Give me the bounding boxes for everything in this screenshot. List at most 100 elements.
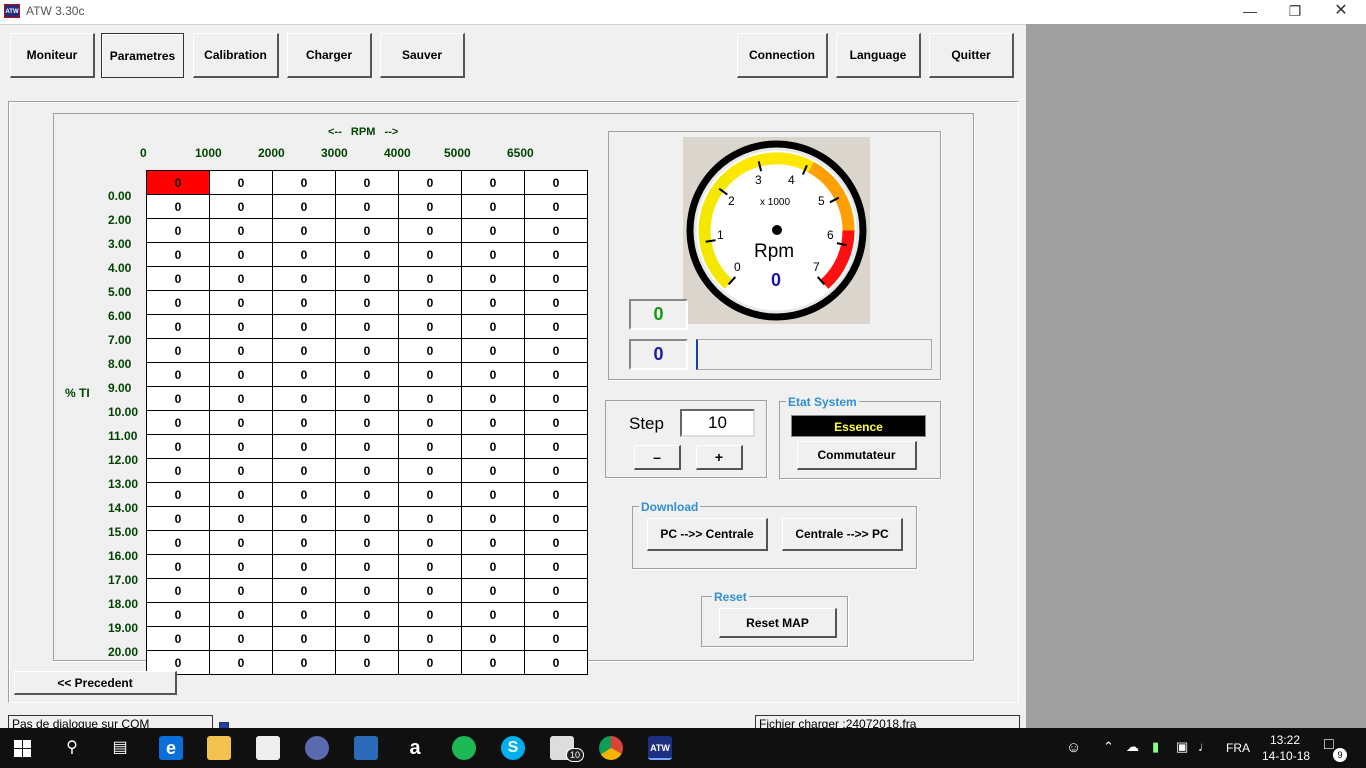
map-cell[interactable]: 0	[209, 338, 273, 363]
map-cell[interactable]: 0	[272, 314, 336, 339]
step-plus-button[interactable]: +	[696, 445, 743, 470]
map-cell[interactable]: 0	[398, 362, 462, 387]
map-cell[interactable]: 0	[209, 386, 273, 411]
map-cell[interactable]: 0	[209, 362, 273, 387]
map-cell[interactable]: 0	[524, 530, 588, 555]
input-language[interactable]: FRA	[1226, 741, 1250, 755]
map-cell[interactable]: 0	[335, 338, 399, 363]
chevron-up-icon[interactable]: ⌃	[1103, 739, 1114, 755]
map-cell[interactable]: 0	[398, 434, 462, 459]
map-cell[interactable]: 0	[335, 362, 399, 387]
map-cell[interactable]: 0	[524, 602, 588, 627]
map-cell[interactable]: 0	[272, 362, 336, 387]
map-cell[interactable]: 0	[146, 554, 210, 579]
map-cell[interactable]: 0	[524, 218, 588, 243]
map-cell[interactable]: 0	[524, 578, 588, 603]
map-cell[interactable]: 0	[209, 170, 273, 195]
map-cell[interactable]: 0	[272, 650, 336, 675]
parametres-button[interactable]: Parametres	[101, 33, 184, 78]
map-cell[interactable]: 0	[335, 458, 399, 483]
map-cell[interactable]: 0	[461, 602, 525, 627]
map-cell[interactable]: 0	[524, 434, 588, 459]
map-cell[interactable]: 0	[335, 482, 399, 507]
network-icon[interactable]: ▣	[1176, 739, 1188, 755]
map-cell[interactable]: 0	[335, 410, 399, 435]
map-cell[interactable]: 0	[398, 314, 462, 339]
map-cell[interactable]: 0	[272, 338, 336, 363]
pc-to-centrale-button[interactable]: PC -->> Centrale	[647, 518, 768, 551]
map-cell[interactable]: 0	[524, 362, 588, 387]
map-cell[interactable]: 0	[146, 506, 210, 531]
map-cell[interactable]: 0	[524, 290, 588, 315]
map-cell[interactable]: 0	[209, 578, 273, 603]
reset-map-button[interactable]: Reset MAP	[719, 608, 837, 638]
map-cell[interactable]: 0	[146, 266, 210, 291]
calibration-button[interactable]: Calibration	[193, 33, 279, 78]
onedrive-icon[interactable]: ☁	[1126, 739, 1139, 755]
battery-icon[interactable]: ▮	[1152, 739, 1159, 755]
map-cell[interactable]: 0	[209, 266, 273, 291]
map-cell[interactable]: 0	[335, 506, 399, 531]
map-cell[interactable]: 0	[461, 410, 525, 435]
map-cell[interactable]: 0	[272, 626, 336, 651]
map-cell[interactable]: 0	[461, 194, 525, 219]
map-cell[interactable]: 0	[146, 578, 210, 603]
map-cell[interactable]: 0	[335, 314, 399, 339]
map-cell[interactable]: 0	[335, 194, 399, 219]
map-cell[interactable]: 0	[272, 170, 336, 195]
map-cell[interactable]: 0	[146, 434, 210, 459]
map-cell[interactable]: 0	[146, 242, 210, 267]
map-cell[interactable]: 0	[398, 386, 462, 411]
map-cell[interactable]: 0	[398, 626, 462, 651]
map-cell[interactable]: 0	[335, 602, 399, 627]
edge-icon[interactable]: e	[159, 736, 183, 760]
map-cell[interactable]: 0	[524, 506, 588, 531]
map-cell[interactable]: 0	[524, 626, 588, 651]
step-minus-button[interactable]: –	[634, 445, 681, 470]
map-cell[interactable]: 0	[209, 554, 273, 579]
map-cell[interactable]: 0	[335, 578, 399, 603]
map-cell[interactable]: 0	[272, 530, 336, 555]
people-icon[interactable]: ☺	[1066, 739, 1081, 756]
chrome-icon[interactable]	[599, 736, 623, 760]
map-cell[interactable]: 0	[209, 218, 273, 243]
map-cell[interactable]: 0	[524, 170, 588, 195]
map-cell[interactable]: 0	[398, 554, 462, 579]
task-view-icon[interactable]: ▤	[108, 736, 132, 760]
precedent-button[interactable]: << Precedent	[14, 671, 177, 695]
map-cell[interactable]: 0	[146, 290, 210, 315]
map-cell[interactable]: 0	[146, 218, 210, 243]
map-cell[interactable]: 0	[209, 314, 273, 339]
app-icon-blue[interactable]	[305, 736, 329, 760]
map-cell[interactable]: 0	[209, 194, 273, 219]
map-cell[interactable]: 0	[146, 170, 210, 195]
map-cell[interactable]: 0	[209, 530, 273, 555]
connection-button[interactable]: Connection	[737, 33, 828, 78]
map-cell[interactable]: 0	[524, 242, 588, 267]
volume-icon[interactable]: ♩	[1198, 739, 1211, 754]
map-cell[interactable]: 0	[461, 314, 525, 339]
map-cell[interactable]: 0	[398, 290, 462, 315]
map-cell[interactable]: 0	[524, 338, 588, 363]
map-cell[interactable]: 0	[146, 194, 210, 219]
map-cell[interactable]: 0	[272, 386, 336, 411]
map-cell[interactable]: 0	[524, 386, 588, 411]
skype-icon[interactable]: S	[501, 736, 525, 760]
map-cell[interactable]: 0	[335, 290, 399, 315]
quitter-button[interactable]: Quitter	[929, 33, 1014, 78]
map-cell[interactable]: 0	[398, 242, 462, 267]
notifications-icon[interactable]: □	[1324, 736, 1334, 754]
map-cell[interactable]: 0	[461, 218, 525, 243]
map-cell[interactable]: 0	[272, 458, 336, 483]
map-cell[interactable]: 0	[146, 338, 210, 363]
map-cell[interactable]: 0	[461, 242, 525, 267]
map-cell[interactable]: 0	[335, 650, 399, 675]
map-cell[interactable]: 0	[335, 626, 399, 651]
map-cell[interactable]: 0	[524, 266, 588, 291]
spotify-icon[interactable]	[452, 736, 476, 760]
map-cell[interactable]: 0	[398, 506, 462, 531]
map-cell[interactable]: 0	[209, 650, 273, 675]
map-cell[interactable]: 0	[461, 362, 525, 387]
map-cell[interactable]: 0	[398, 650, 462, 675]
map-cell[interactable]: 0	[335, 242, 399, 267]
